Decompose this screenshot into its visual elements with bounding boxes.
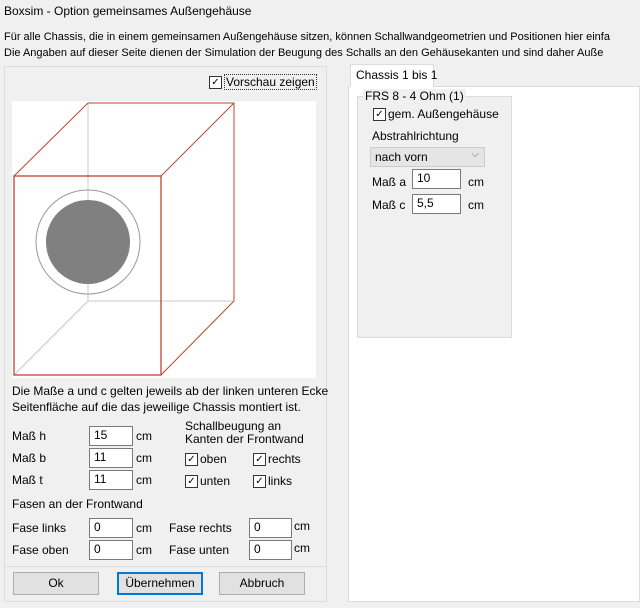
fase-links-input[interactable]: 0 xyxy=(89,518,133,538)
fase-unten-input[interactable]: 0 xyxy=(249,540,292,560)
diffraction-title-2: Kanten der Frontwand xyxy=(185,432,304,446)
note-line-2: Seitenfläche auf die das jeweilige Chass… xyxy=(12,400,301,414)
intro-line-2: Die Angaben auf dieser Seite dienen der … xyxy=(4,47,604,59)
dim-t-input[interactable]: 11 xyxy=(89,470,133,490)
rechts-checkbox[interactable]: ✓ xyxy=(253,453,266,466)
shared-enclosure-label: gem. Außengehäuse xyxy=(388,107,499,121)
diffraction-title-1: Schallbeugung an xyxy=(185,419,282,433)
dim-h-unit: cm xyxy=(136,429,152,443)
rechts-label: rechts xyxy=(268,452,301,466)
mass-a-input[interactable]: 10 xyxy=(412,169,461,189)
mass-c-unit: cm xyxy=(468,198,484,212)
note-line-1: Die Maße a und c gelten jeweils ab der l… xyxy=(12,384,329,398)
driver-cone xyxy=(46,200,130,284)
preview-label[interactable]: Vorschau zeigen xyxy=(224,74,317,90)
dim-t-unit: cm xyxy=(136,473,152,487)
dim-b-input[interactable]: 11 xyxy=(89,448,133,468)
mass-a-label: Maß a xyxy=(372,175,407,189)
fase-links-label: Fase links xyxy=(12,521,67,535)
fase-unten-label: Fase unten xyxy=(169,543,230,557)
oben-checkbox[interactable]: ✓ xyxy=(185,453,198,466)
fase-links-unit: cm xyxy=(136,521,152,535)
chevron-down-icon: ⌵ xyxy=(471,149,479,160)
direction-value: nach vorn xyxy=(375,150,428,164)
mass-a-unit: cm xyxy=(468,175,484,189)
fase-oben-input[interactable]: 0 xyxy=(89,540,133,560)
preview-checkbox[interactable]: ✓ xyxy=(209,76,222,89)
fase-rechts-unit: cm xyxy=(294,519,310,533)
tab-chassis[interactable]: Chassis 1 bis 1 xyxy=(350,64,437,87)
mass-c-input[interactable]: 5,5 xyxy=(412,194,461,214)
fase-oben-unit: cm xyxy=(136,543,152,557)
fase-oben-label: Fase oben xyxy=(12,543,69,557)
oben-label: oben xyxy=(200,452,227,466)
links-label: links xyxy=(268,474,293,488)
mass-c-label: Maß c xyxy=(372,198,406,212)
apply-button[interactable]: Übernehmen xyxy=(117,572,203,595)
dim-h-input[interactable]: 15 xyxy=(89,426,133,446)
links-checkbox[interactable]: ✓ xyxy=(253,475,266,488)
fase-rechts-input[interactable]: 0 xyxy=(249,518,292,538)
dim-b-label: Maß b xyxy=(12,451,47,465)
fase-unten-unit: cm xyxy=(294,541,310,555)
unten-label: unten xyxy=(200,474,231,488)
direction-select[interactable]: nach vorn ⌵ xyxy=(370,147,485,167)
window-title: Boxsim - Option gemeinsames Außengehäuse xyxy=(4,4,252,18)
unten-checkbox[interactable]: ✓ xyxy=(185,475,198,488)
fase-rechts-label: Fase rechts xyxy=(169,521,232,535)
chassis-group-title: FRS 8 - 4 Ohm (1) xyxy=(363,89,466,103)
chamfer-title: Fasen an der Frontwand xyxy=(12,497,143,511)
dim-t-label: Maß t xyxy=(12,473,43,487)
cancel-button[interactable]: Abbruch xyxy=(219,572,305,595)
dim-h-label: Maß h xyxy=(12,429,47,443)
intro-line-1: Für alle Chassis, die in einem gemeinsam… xyxy=(4,31,610,43)
preview-canvas xyxy=(12,101,316,378)
dim-b-unit: cm xyxy=(136,451,152,465)
direction-label: Abstrahlrichtung xyxy=(372,129,459,143)
shared-enclosure-checkbox[interactable]: ✓ xyxy=(373,108,386,121)
ok-button[interactable]: Ok xyxy=(13,572,99,595)
